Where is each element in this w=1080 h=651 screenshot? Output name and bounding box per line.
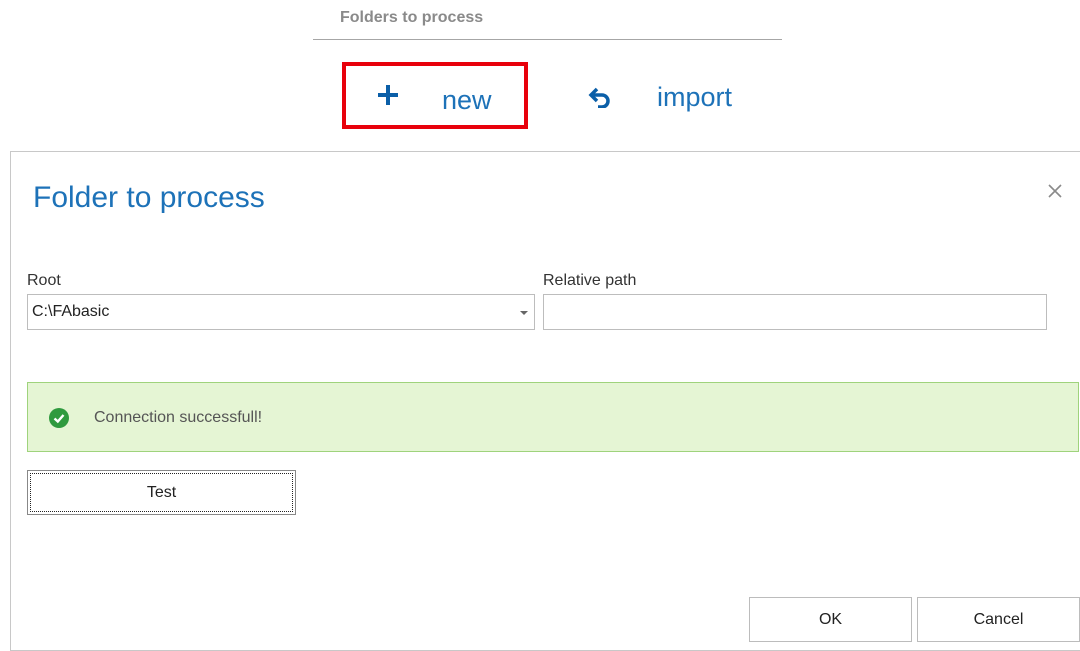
check-circle-icon — [49, 408, 69, 428]
ok-button[interactable]: OK — [749, 597, 912, 642]
test-button[interactable]: Test — [27, 470, 296, 515]
new-button-label: new — [442, 85, 492, 115]
relative-path-label: Relative path — [543, 272, 637, 289]
new-button[interactable]: new — [342, 62, 528, 129]
dialog-title: Folder to process — [33, 181, 265, 214]
root-select[interactable]: C:\FAbasic — [27, 294, 535, 330]
root-select-value: C:\FAbasic — [32, 303, 110, 320]
root-label: Root — [27, 272, 61, 289]
undo-icon — [588, 87, 610, 108]
cancel-button[interactable]: Cancel — [917, 597, 1080, 642]
section-title: Folders to process — [340, 9, 484, 26]
section-header: Folders to process — [313, 0, 782, 40]
relative-path-input[interactable] — [543, 294, 1047, 330]
alert-message: Connection successfull! — [94, 409, 263, 426]
success-alert: Connection successfull! — [27, 382, 1079, 452]
chevron-down-icon — [520, 311, 528, 315]
import-button-label: import — [657, 82, 733, 112]
close-icon[interactable] — [1046, 182, 1064, 200]
plus-icon — [378, 85, 398, 105]
folder-dialog: Folder to process Root C:\FAbasic Relati… — [10, 151, 1080, 651]
